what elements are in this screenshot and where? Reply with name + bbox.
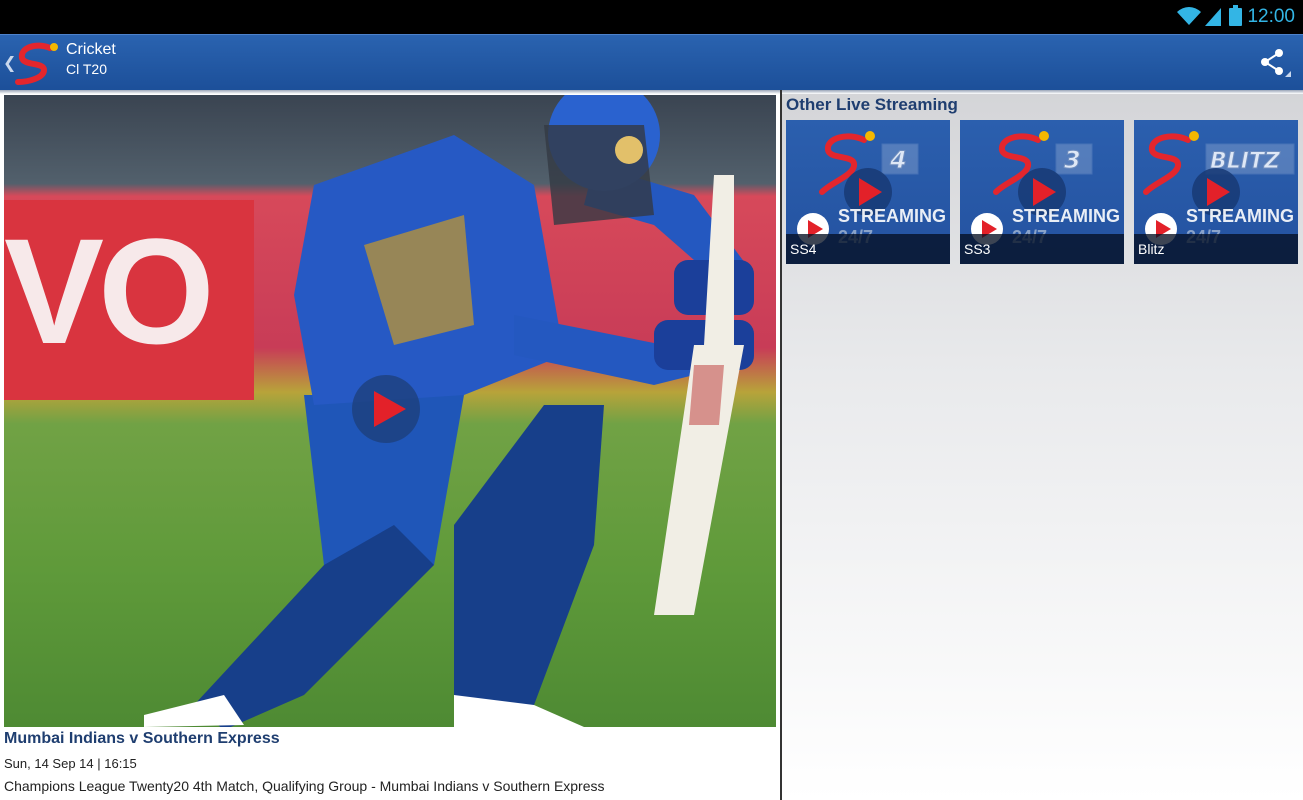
channel-card-ss4[interactable]: 4 STREAMING 24/7 SS4	[786, 120, 950, 264]
battery-icon	[1229, 5, 1242, 26]
channel-label: SS3	[964, 241, 991, 257]
batsman-image	[144, 95, 754, 727]
streaming-text: STREAMING	[1012, 206, 1120, 226]
status-clock: 12:00	[1247, 6, 1295, 27]
match-date: Sun, 14 Sep 14 | 16:15	[4, 756, 137, 771]
streaming-text: STREAMING	[1186, 206, 1294, 226]
channel-card-ss3[interactable]: 3 STREAMING 24/7 SS3	[960, 120, 1124, 264]
channel-label: Blitz	[1138, 241, 1165, 257]
other-streams-heading: Other Live Streaming	[786, 95, 958, 114]
wifi-icon	[1177, 7, 1201, 25]
supersport-logo[interactable]	[14, 40, 62, 86]
share-button[interactable]	[1257, 47, 1295, 81]
channel-card-blitz[interactable]: BLITZ STREAMING 24/7 Blitz	[1134, 120, 1298, 264]
action-bar: ❮ Cricket Cl T20	[0, 34, 1303, 91]
match-description: Champions League Twenty20 4th Match, Qua…	[4, 778, 605, 794]
streaming-text: STREAMING	[838, 206, 946, 226]
other-streams-panel: Other Live Streaming 4 STREAMING 24/7 SS…	[782, 94, 1303, 800]
channel-label: SS4	[790, 241, 817, 257]
play-icon[interactable]	[350, 373, 422, 445]
status-bar: 12:00	[0, 0, 1303, 34]
share-icon	[1261, 49, 1291, 77]
action-bar-title: Cricket	[66, 41, 116, 58]
signal-icon	[1205, 8, 1221, 26]
match-title[interactable]: Mumbai Indians v Southern Express	[4, 730, 280, 748]
action-bar-subtitle: Cl T20	[66, 61, 107, 77]
featured-panel: VO Mumbai Indians v Southern Express Sun…	[0, 94, 780, 800]
